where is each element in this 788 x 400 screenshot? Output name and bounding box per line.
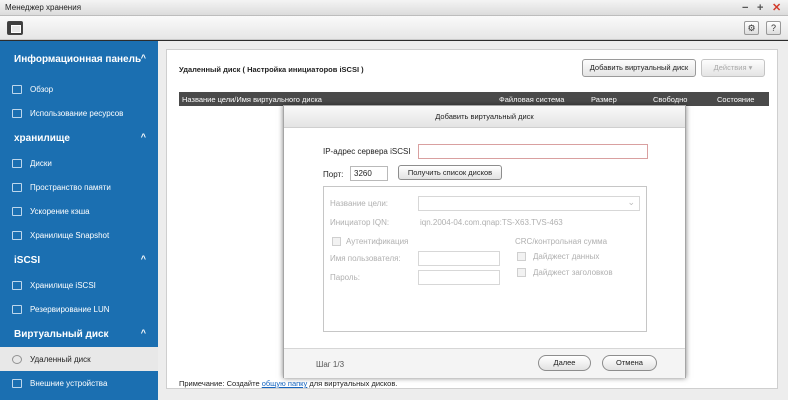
header-digest-checkbox[interactable] [517,268,526,277]
column-header-target-name[interactable]: Название цели/Имя виртуального диска [182,95,322,104]
maximize-icon[interactable]: + [757,0,763,16]
add-virtual-disk-dialog: Добавить виртуальный диск IP-адрес серве… [283,105,686,378]
authentication-checkbox[interactable] [332,237,341,246]
sidebar-item-snapshot[interactable]: Хранилище Snapshot [0,223,158,247]
initiator-iqn-label: Инициатор IQN: [330,218,390,227]
sidebar-item-label: Хранилище Snapshot [30,230,110,240]
title-bar: Менеджер хранения − + ✕ [0,0,788,16]
sidebar-item-label: Пространство памяти [30,182,111,192]
overview-icon [12,84,22,94]
sidebar-item-cache-acceleration[interactable]: Ускорение кэша [0,199,158,223]
footer-note-text: Примечание: Создайте [179,379,262,388]
cache-icon [12,206,22,216]
column-header-filesystem[interactable]: Файловая система [499,95,564,104]
sidebar-item-label: Удаленный диск [30,354,91,364]
sidebar-item-label: Использование ресурсов [30,108,124,118]
header-digest-label: Дайджест заголовков [533,268,613,277]
step-indicator: Шаг 1/3 [316,360,345,369]
sidebar-section-virtual-disk[interactable]: Виртуальный диск ^ [0,321,158,347]
shared-folder-link[interactable]: общую папку [262,379,308,388]
cancel-button[interactable]: Отмена [602,355,657,371]
sidebar-item-label: Ускорение кэша [30,206,90,216]
sidebar-section-dashboard[interactable]: Информационная панель ^ [0,41,158,77]
sidebar-section-label: iSCSI [14,254,41,266]
password-label: Пароль: [330,273,360,282]
disk-icon [12,158,22,168]
sidebar-item-remote-disk[interactable]: Удаленный диск [0,347,158,371]
minimize-icon[interactable]: − [742,0,748,16]
sidebar-item-overview[interactable]: Обзор [0,77,158,101]
column-header-free[interactable]: Свободно [653,95,687,104]
footer-note: Примечание: Создайте общую папку для вир… [179,379,397,388]
sidebar-item-lun-backup[interactable]: Резервирование LUN [0,297,158,321]
dialog-footer: Шаг 1/3 Далее Отмена [284,348,685,378]
remote-disk-icon [12,354,22,364]
chevron-up-icon: ^ [140,132,146,142]
chevron-down-icon: ⌄ [627,197,635,207]
snapshot-icon [12,230,22,240]
chevron-up-icon: ^ [140,53,146,63]
backup-icon [12,304,22,314]
chevron-up-icon: ^ [140,328,146,338]
chevron-up-icon: ^ [140,254,146,264]
menu-icon[interactable] [7,21,23,35]
actions-button[interactable]: Действия ▾ [701,59,765,77]
column-header-status[interactable]: Состояние [717,95,754,104]
sidebar-section-label: хранилище [14,132,70,144]
port-label: Порт: [323,170,344,179]
sidebar-item-label: Обзор [30,84,54,94]
dialog-title: Добавить виртуальный диск [284,106,685,128]
column-header-size[interactable]: Размер [591,95,617,104]
sidebar-section-label: Информационная панель [14,53,142,65]
sidebar-item-iscsi-storage[interactable]: Хранилище iSCSI [0,273,158,297]
ip-address-label: IP-адрес сервера iSCSI [323,147,411,156]
table-header: Название цели/Имя виртуального диска Фай… [179,92,769,106]
target-settings-panel: Название цели: ⌄ Инициатор IQN: iqn.2004… [323,186,647,332]
sidebar-item-storage-space[interactable]: Пространство памяти [0,175,158,199]
target-name-select[interactable]: ⌄ [418,196,640,211]
sidebar-item-label: Хранилище iSCSI [30,280,96,290]
sidebar-item-label: Внешние устройства [30,378,108,388]
window-title: Менеджер хранения [5,3,82,12]
footer-note-text: для виртуальных дисков. [307,379,398,388]
next-button[interactable]: Далее [538,355,591,371]
sidebar-item-disks[interactable]: Диски [0,151,158,175]
sidebar-item-label: Резервирование LUN [30,304,110,314]
help-icon[interactable]: ? [766,21,781,35]
external-device-icon [12,378,22,388]
sidebar-section-iscsi[interactable]: iSCSI ^ [0,247,158,273]
data-digest-checkbox[interactable] [517,252,526,261]
sidebar-section-storage[interactable]: хранилище ^ [0,125,158,151]
sidebar-item-external-devices[interactable]: Внешние устройства [0,371,158,395]
initiator-iqn-value: iqn.2004-04.com.qnap:TS-X63.TVS-463 [420,218,563,227]
sidebar: Информационная панель ^ Обзор Использова… [0,41,158,400]
crc-checksum-label: CRC/контрольная сумма [515,237,608,246]
sidebar-item-resource-usage[interactable]: Использование ресурсов [0,101,158,125]
data-digest-label: Дайджест данных [533,252,600,261]
get-disk-list-button[interactable]: Получить список дисков [398,165,502,180]
authentication-label: Аутентификация [346,237,409,246]
target-name-label: Название цели: [330,199,389,208]
chart-icon [12,108,22,118]
gear-icon[interactable]: ⚙ [744,21,759,35]
close-icon[interactable]: ✕ [772,0,781,16]
port-input[interactable]: 3260 [350,166,388,181]
password-input[interactable] [418,270,500,285]
username-label: Имя пользователя: [330,254,401,263]
ip-address-input[interactable] [418,144,648,159]
sidebar-item-label: Диски [30,158,52,168]
username-input[interactable] [418,251,500,266]
sidebar-section-label: Виртуальный диск [14,328,109,340]
storage-icon [12,182,22,192]
breadcrumb: Удаленный диск ( Настройка инициаторов i… [179,65,364,74]
add-virtual-disk-button[interactable]: Добавить виртуальный диск [582,59,696,77]
iscsi-icon [12,280,22,290]
toolbar: ⚙ ? [0,16,788,40]
